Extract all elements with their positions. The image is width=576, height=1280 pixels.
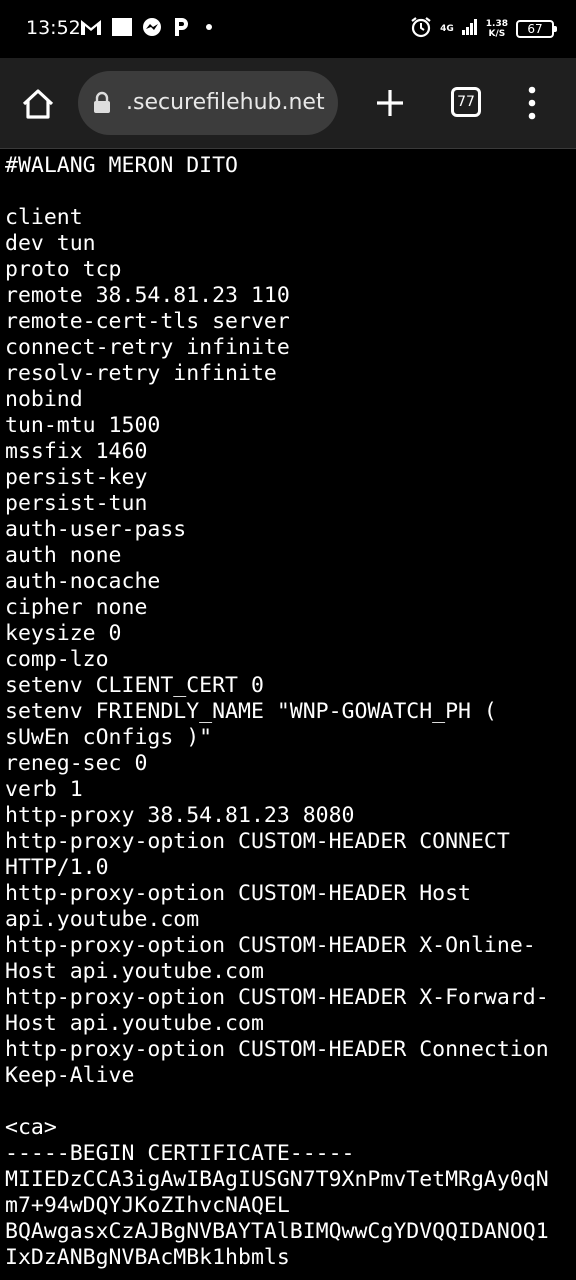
file-line: setenv CLIENT_CERT 0 bbox=[5, 673, 264, 698]
lock-icon[interactable] bbox=[92, 91, 112, 115]
home-button[interactable] bbox=[18, 84, 58, 124]
plus-icon bbox=[377, 90, 403, 116]
file-line: remote 38.54.81.23 110 bbox=[5, 283, 290, 308]
file-line: verb 1 bbox=[5, 777, 83, 802]
battery-indicator: 67 bbox=[516, 20, 557, 38]
file-line: tun-mtu 1500 bbox=[5, 413, 161, 438]
network-type: 4G bbox=[440, 24, 454, 34]
file-line bbox=[5, 1089, 573, 1115]
file-line bbox=[5, 179, 573, 205]
file-line: http-proxy 38.54.81.23 8080 bbox=[5, 803, 355, 828]
file-line: dev tun bbox=[5, 231, 96, 256]
file-line: MIIEDzCCA3igAwIBAgIUSGN7T9XnPmvTetMRgAy0… bbox=[5, 1167, 549, 1192]
file-line: http-proxy-option CUSTOM-HEADER CONNECT bbox=[5, 829, 510, 854]
file-line: setenv FRIENDLY_NAME "WNP-GOWATCH_PH ( bbox=[5, 699, 497, 724]
browser-toolbar: .securefilehub.net 77 bbox=[0, 58, 576, 148]
file-line: nobind bbox=[5, 387, 83, 412]
messenger-icon bbox=[142, 17, 162, 37]
file-line: Keep-Alive bbox=[5, 1063, 135, 1088]
file-line: http-proxy-option CUSTOM-HEADER X-Forwar… bbox=[5, 985, 549, 1010]
file-line: remote-cert-tls server bbox=[5, 309, 290, 334]
file-line: reneg-sec 0 bbox=[5, 751, 148, 776]
file-line: cipher none bbox=[5, 595, 148, 620]
home-icon bbox=[22, 89, 54, 119]
status-right: 4G 1.38 K/S 67 bbox=[410, 16, 557, 42]
file-line: proto tcp bbox=[5, 257, 122, 282]
gallery-icon bbox=[112, 18, 132, 36]
file-line: Host api.youtube.com bbox=[5, 1011, 264, 1036]
file-line: persist-tun bbox=[5, 491, 148, 516]
alarm-icon bbox=[410, 16, 432, 42]
file-line: auth-nocache bbox=[5, 569, 161, 594]
file-line: comp-lzo bbox=[5, 647, 109, 672]
toolbar-divider bbox=[0, 148, 576, 149]
notification-icons bbox=[80, 17, 212, 37]
config-file-text: #WALANG MERON DITO client dev tun proto tcp… bbox=[5, 153, 573, 1271]
more-vert-icon[interactable] bbox=[522, 86, 542, 120]
file-line: client bbox=[5, 205, 83, 230]
tab-switcher-button[interactable]: 77 bbox=[451, 87, 481, 117]
file-line: BQAwgasxCzAJBgNVBAYTAlBIMQwwCgYDVQQIDANO… bbox=[5, 1219, 549, 1244]
file-line: keysize 0 bbox=[5, 621, 122, 646]
file-line: http-proxy-option CUSTOM-HEADER Host bbox=[5, 881, 471, 906]
file-line: mssfix 1460 bbox=[5, 439, 148, 464]
address-bar[interactable]: .securefilehub.net bbox=[78, 71, 338, 135]
file-line: connect-retry infinite bbox=[5, 335, 290, 360]
file-line: http-proxy-option CUSTOM-HEADER X-Online… bbox=[5, 933, 536, 958]
file-line: m7+94wDQYJKoZIhvcNAQEL bbox=[5, 1193, 290, 1218]
status-bar: 13:52 4G 1.38 K/S 67 bbox=[0, 0, 576, 58]
file-line: auth-user-pass bbox=[5, 517, 187, 542]
file-line: <ca> bbox=[5, 1115, 57, 1140]
gmail-icon bbox=[80, 18, 102, 36]
file-line: Host api.youtube.com bbox=[5, 959, 264, 984]
p-app-icon bbox=[172, 17, 190, 37]
file-line: HTTP/1.0 bbox=[5, 855, 109, 880]
signal-icon bbox=[461, 19, 478, 39]
file-line: http-proxy-option CUSTOM-HEADER Connecti… bbox=[5, 1037, 549, 1062]
file-line: persist-key bbox=[5, 465, 148, 490]
status-time: 13:52 bbox=[26, 17, 81, 39]
file-line: sUwEn cOnfigs )" bbox=[5, 725, 213, 750]
file-line: IxDzANBgNVBAcMBk1hbmls bbox=[5, 1245, 290, 1270]
new-tab-button[interactable] bbox=[374, 87, 406, 119]
file-line: resolv-retry infinite bbox=[5, 361, 277, 386]
url-text[interactable]: .securefilehub.net bbox=[126, 90, 325, 115]
file-line: -----BEGIN CERTIFICATE----- bbox=[5, 1141, 355, 1166]
file-line: auth none bbox=[5, 543, 122, 568]
file-line: #WALANG MERON DITO bbox=[5, 153, 238, 178]
file-line: api.youtube.com bbox=[5, 907, 200, 932]
network-speed: 1.38 K/S bbox=[485, 19, 508, 39]
more-notifications-icon bbox=[206, 24, 212, 30]
